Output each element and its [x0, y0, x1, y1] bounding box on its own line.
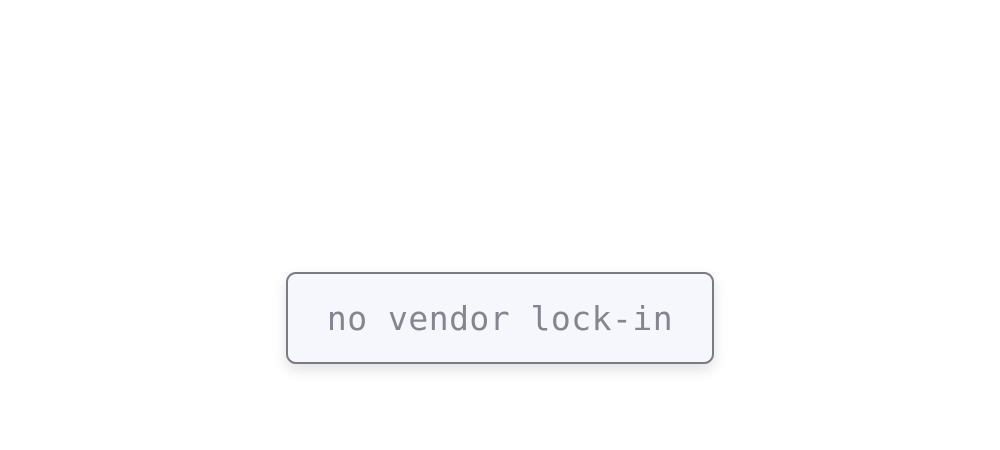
feature-tag-pill: no vendor lock-in — [286, 272, 714, 364]
canvas: no vendor lock-in — [0, 0, 1000, 450]
feature-tag-label: no vendor lock-in — [326, 298, 674, 338]
